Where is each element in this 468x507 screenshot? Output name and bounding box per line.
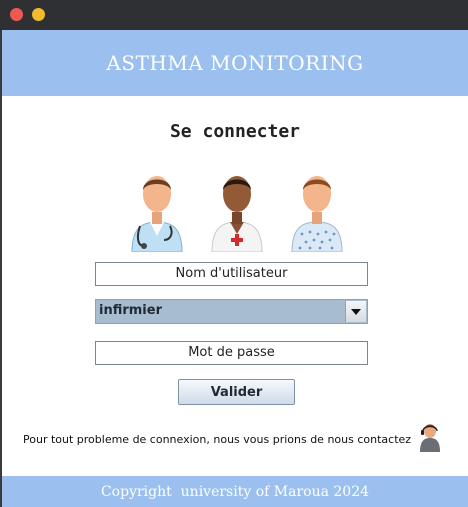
app-title: ASTHMA MONITORING <box>106 51 364 75</box>
chevron-down-icon[interactable] <box>345 301 366 322</box>
login-panel: Se connecter Nom d'utilisateur infirmier… <box>2 96 468 476</box>
copyright-text: Copyright university of Maroua 2024 <box>100 483 370 500</box>
app-header: ASTHMA MONITORING <box>2 30 468 96</box>
close-window-button[interactable] <box>10 8 23 21</box>
support-person-icon[interactable] <box>419 422 441 452</box>
username-field[interactable]: Nom d'utilisateur <box>95 262 368 286</box>
nurse-icon <box>211 176 263 252</box>
password-field[interactable]: Mot de passe <box>95 341 368 365</box>
login-title: Se connecter <box>169 121 301 142</box>
window-titlebar <box>0 0 468 30</box>
submit-button[interactable]: Valider <box>178 379 295 405</box>
role-select[interactable]: infirmier <box>95 299 368 324</box>
contact-message: Pour tout probleme de connexion, nous vo… <box>23 433 412 446</box>
patient-icon <box>291 176 343 252</box>
role-select-value: infirmier <box>99 303 162 318</box>
doctor-icon <box>131 176 183 252</box>
minimize-window-button[interactable] <box>32 8 45 21</box>
app-footer: Copyright university of Maroua 2024 <box>2 476 468 507</box>
